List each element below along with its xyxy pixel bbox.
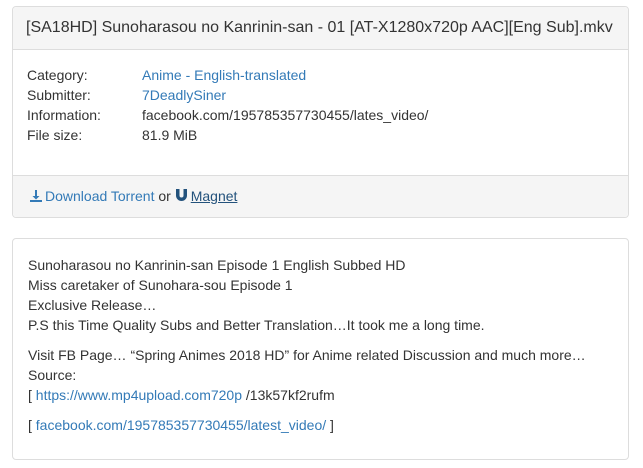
description-line: Exclusive Release… (28, 297, 157, 313)
filesize-value: 81.9 MiB (142, 127, 198, 143)
information-value: facebook.com/195785357730455/lates_video… (142, 107, 429, 123)
category-sub-link[interactable]: English-translated (194, 67, 306, 83)
link-suffix: /13k57kf2rufm (242, 387, 335, 403)
submitter-link[interactable]: 7DeadlySiner (142, 87, 226, 103)
description-line: P.S this Time Quality Subs and Better Tr… (28, 317, 485, 333)
torrent-details: Category: Anime - English-translated Subm… (27, 65, 428, 145)
magnet-link[interactable]: Magnet (175, 188, 238, 204)
category-row: Category: Anime - English-translated (27, 65, 428, 85)
description-panel: Sunoharasou no Kanrinin-san Episode 1 En… (12, 238, 629, 460)
download-torrent-label: Download Torrent (45, 188, 155, 204)
download-icon (30, 190, 42, 202)
description-line: Sunoharasou no Kanrinin-san Episode 1 En… (28, 257, 406, 273)
description-block-1: Sunoharasou no Kanrinin-san Episode 1 En… (28, 255, 586, 335)
description-line: Visit FB Page… “Spring Animes 2018 HD” f… (28, 347, 586, 363)
description-block-3: [ facebook.com/195785357730455/latest_vi… (28, 415, 586, 435)
bracket-open: [ (28, 417, 36, 433)
download-torrent-link[interactable]: Download Torrent (30, 188, 154, 204)
source-label: Source: (28, 367, 77, 383)
mp4upload-link[interactable]: https://www.mp4upload.com720p (36, 387, 242, 403)
description-line: Miss caretaker of Sunohara-sou Episode 1 (28, 277, 293, 293)
information-row: Information: facebook.com/195785357730455… (27, 105, 428, 125)
information-label: Information: (27, 107, 101, 123)
submitter-label: Submitter: (27, 87, 91, 103)
category-separator: - (181, 67, 195, 83)
or-text: or (154, 188, 175, 204)
bracket-open: [ (28, 387, 36, 403)
bracket-close: ] (326, 417, 334, 433)
magnet-icon (175, 189, 187, 201)
submitter-row: Submitter: 7DeadlySiner (27, 85, 428, 105)
filesize-row: File size: 81.9 MiB (27, 125, 428, 145)
filesize-label: File size: (27, 127, 83, 143)
description-body: Sunoharasou no Kanrinin-san Episode 1 En… (28, 255, 586, 445)
category-main-link[interactable]: Anime (142, 67, 182, 83)
category-label: Category: (27, 67, 88, 83)
torrent-title: [SA18HD] Sunoharasou no Kanrinin-san - 0… (13, 7, 628, 50)
description-block-2: Visit FB Page… “Spring Animes 2018 HD” f… (28, 345, 586, 405)
facebook-video-link[interactable]: facebook.com/195785357730455/latest_vide… (36, 417, 326, 433)
download-footer: Download Torrent or Magnet (13, 175, 628, 217)
torrent-info-panel: [SA18HD] Sunoharasou no Kanrinin-san - 0… (12, 6, 629, 218)
magnet-label: Magnet (190, 188, 238, 204)
